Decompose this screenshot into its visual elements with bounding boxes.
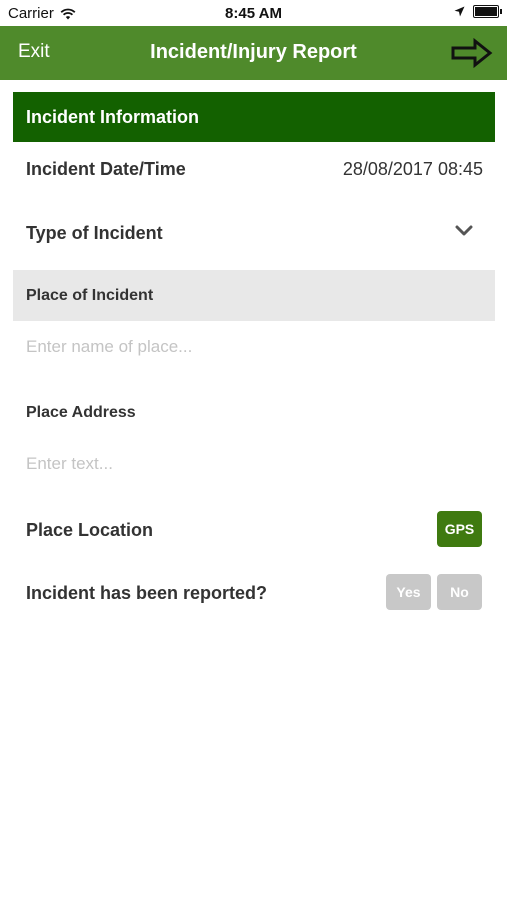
place-address-label: Place Address bbox=[26, 404, 136, 421]
location-arrow-icon bbox=[454, 6, 465, 17]
section-header: Incident Information bbox=[13, 92, 495, 142]
place-of-incident-header: Place of Incident bbox=[13, 270, 495, 321]
status-right bbox=[454, 5, 502, 18]
incident-datetime-row[interactable]: Incident Date/Time 28/08/2017 08:45 bbox=[13, 143, 495, 193]
section-title: Incident Information bbox=[26, 107, 199, 127]
yes-button[interactable]: Yes bbox=[386, 574, 431, 610]
no-button[interactable]: No bbox=[437, 574, 482, 610]
incident-datetime-value[interactable]: 28/08/2017 08:45 bbox=[343, 159, 483, 180]
place-address-input[interactable] bbox=[13, 449, 496, 479]
page-title: Incident/Injury Report bbox=[150, 41, 357, 63]
chevron-down-icon[interactable] bbox=[455, 225, 473, 237]
type-of-incident-label: Type of Incident bbox=[26, 223, 163, 243]
status-bar: Carrier 8:45 AM bbox=[0, 0, 507, 26]
battery-icon bbox=[473, 5, 502, 18]
place-of-incident-label: Place of Incident bbox=[26, 287, 154, 304]
place-name-input[interactable] bbox=[13, 332, 496, 362]
arrow-right-icon[interactable] bbox=[451, 38, 493, 68]
incident-datetime-label: Incident Date/Time bbox=[26, 159, 186, 179]
status-time: 8:45 AM bbox=[225, 5, 282, 22]
gps-button[interactable]: GPS bbox=[437, 511, 482, 547]
incident-reported-label: Incident has been reported? bbox=[26, 583, 268, 603]
place-location-label: Place Location bbox=[26, 520, 154, 540]
type-of-incident-row[interactable]: Type of Incident bbox=[13, 207, 495, 257]
nav-bar: Exit Incident/Injury Report bbox=[0, 26, 507, 80]
